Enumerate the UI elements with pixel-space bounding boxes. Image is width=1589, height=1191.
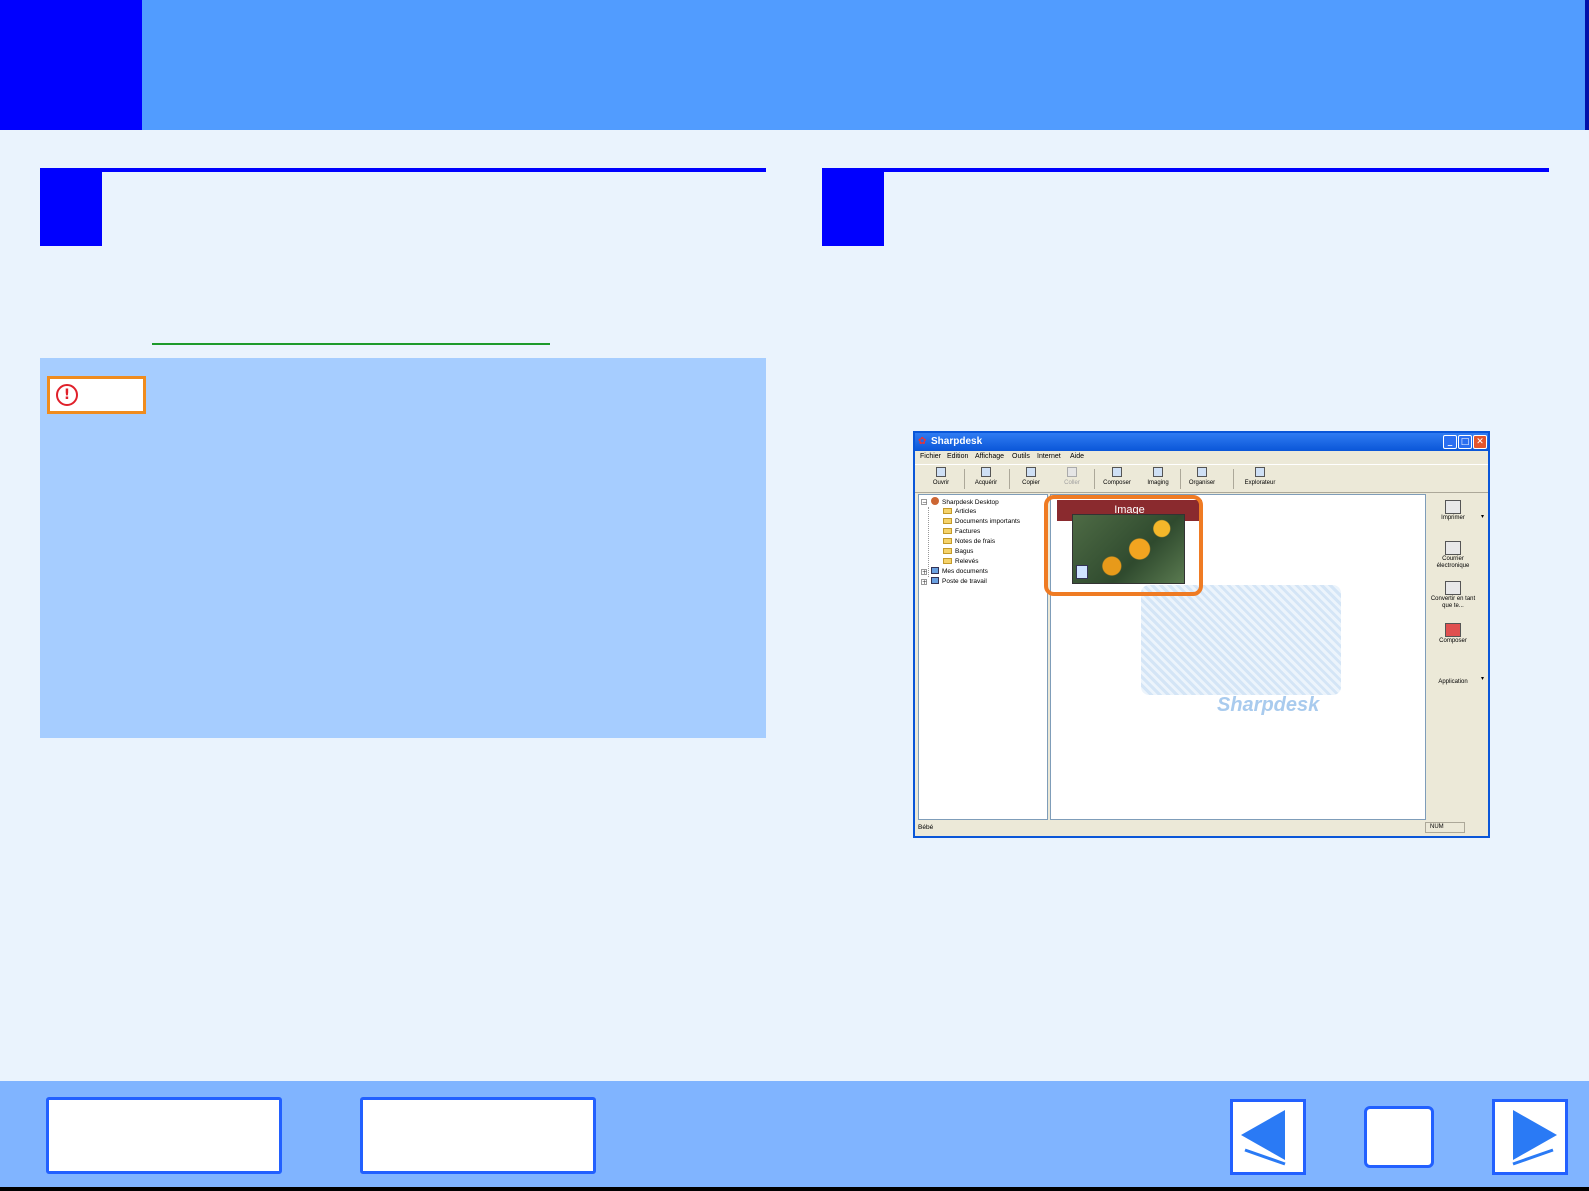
header-edge: [1585, 0, 1589, 130]
toolbar-paste-button[interactable]: Coller: [1051, 467, 1093, 491]
status-text: Bébé: [918, 824, 934, 831]
caution-icon: !: [56, 384, 78, 406]
caution-badge: !: [47, 376, 146, 414]
acquire-icon: [981, 467, 991, 477]
tree-item-bagus[interactable]: Bagus: [943, 547, 973, 557]
folder-icon: [943, 508, 952, 514]
tree-expand-icon[interactable]: +: [921, 569, 927, 576]
num-lock-indicator: NUM: [1425, 822, 1465, 833]
explorer-icon: [1255, 467, 1265, 477]
menu-internet[interactable]: Internet: [1037, 452, 1061, 462]
dropdown-arrow-icon[interactable]: ▾: [1481, 676, 1484, 682]
tree-item-articles[interactable]: Articles: [943, 507, 976, 517]
tree-collapse-icon[interactable]: −: [921, 499, 927, 506]
menu-aide[interactable]: Aide: [1070, 452, 1084, 462]
tree-item-releves[interactable]: Relevés: [943, 557, 978, 567]
chapter-marker: [0, 0, 142, 130]
folder-icon: [943, 538, 952, 544]
sharpdesk-window: ✿ Sharpdesk _ □ ✕ Fichier Edition Affich…: [913, 431, 1490, 838]
window-title: Sharpdesk: [931, 436, 983, 447]
menu-edition[interactable]: Edition: [947, 452, 968, 462]
arrow-left-icon: [1241, 1110, 1286, 1166]
open-icon: [936, 467, 946, 477]
application-action[interactable]: Application ▾: [1430, 676, 1484, 686]
tree-item-poste[interactable]: Poste de travail: [931, 577, 987, 587]
back-button[interactable]: [1364, 1106, 1434, 1168]
folder-icon: [943, 558, 952, 564]
toolbar-compose-button[interactable]: Composer: [1096, 467, 1138, 491]
step-1-link-underline[interactable]: [152, 343, 550, 345]
tree-item-documents[interactable]: Documents importants: [943, 517, 1020, 527]
toolbar-separator: [1094, 469, 1095, 489]
caution-box: [40, 358, 766, 738]
menu-fichier[interactable]: Fichier: [920, 452, 941, 462]
step-1-rule: [40, 168, 766, 172]
previous-page-button[interactable]: [1230, 1099, 1306, 1175]
tree-item-desktop[interactable]: Sharpdesk Desktop: [931, 497, 999, 507]
tree-item-mes-documents[interactable]: Mes documents: [931, 567, 988, 577]
copy-icon: [1026, 467, 1036, 477]
imaging-icon: [1153, 467, 1163, 477]
mail-icon: [1445, 541, 1461, 555]
sharpdesk-watermark-art: [1141, 585, 1341, 695]
index-button[interactable]: [360, 1097, 596, 1174]
desktop-icon: [931, 497, 939, 505]
menu-outils[interactable]: Outils: [1012, 452, 1030, 462]
menu-affichage[interactable]: Affichage: [975, 452, 1004, 462]
page-header: [0, 0, 1589, 130]
dropdown-arrow-icon[interactable]: ▾: [1481, 514, 1484, 520]
window-titlebar: ✿ Sharpdesk _ □ ✕: [915, 433, 1488, 451]
maximize-icon[interactable]: □: [1458, 435, 1472, 449]
compose-action[interactable]: Composer: [1430, 623, 1476, 645]
email-action[interactable]: Courrier électronique: [1430, 541, 1476, 570]
folder-icon: [943, 528, 952, 534]
next-page-button[interactable]: [1492, 1099, 1568, 1175]
minimize-icon[interactable]: _: [1443, 435, 1457, 449]
organize-icon: [1197, 467, 1207, 477]
image-highlight-frame: [1044, 495, 1203, 596]
toolbar-open-button[interactable]: Ouvrir: [920, 467, 962, 491]
printer-icon: [1445, 500, 1461, 514]
toolbar-acquire-button[interactable]: Acquérir: [965, 467, 1007, 491]
status-bar: Bébé NUM: [915, 821, 1488, 834]
compose-icon: [1445, 623, 1461, 637]
toolbar-imaging-button[interactable]: Imaging: [1137, 467, 1179, 491]
computer-icon: [931, 577, 939, 584]
step-1-marker: [40, 170, 102, 246]
arrow-right-icon: [1512, 1110, 1557, 1166]
folder-tree: − Sharpdesk Desktop Articles Documents i…: [918, 494, 1048, 820]
toolbar-organize-button[interactable]: Organiser: [1181, 467, 1223, 491]
paste-icon: [1067, 467, 1077, 477]
print-action[interactable]: Imprimer ▾: [1430, 500, 1484, 522]
sharpdesk-watermark: Sharpdesk: [1217, 694, 1320, 716]
folder-icon: [943, 518, 952, 524]
documents-icon: [931, 567, 939, 574]
convert-text-icon: [1445, 581, 1461, 595]
convert-text-action[interactable]: Convertir en tant que te...: [1430, 581, 1476, 610]
contents-button[interactable]: [46, 1097, 282, 1174]
toolbar-explorer-button[interactable]: Explorateur: [1234, 467, 1286, 491]
bottom-border: [0, 1187, 1589, 1191]
menu-bar: Fichier Edition Affichage Outils Interne…: [915, 451, 1488, 463]
tree-item-notes[interactable]: Notes de frais: [943, 537, 995, 547]
tree-item-factures[interactable]: Factures: [943, 527, 980, 537]
right-action-pane: Imprimer ▾ Courrier électronique Converti…: [1428, 494, 1488, 820]
folder-icon: [943, 548, 952, 554]
tree-guide: [928, 507, 929, 577]
toolbar: Ouvrir Acquérir Copier Coller Composer I…: [915, 464, 1488, 493]
app-icon: ✿: [918, 436, 927, 447]
tree-expand-icon[interactable]: +: [921, 579, 927, 586]
close-icon[interactable]: ✕: [1473, 435, 1487, 449]
toolbar-copy-button[interactable]: Copier: [1010, 467, 1052, 491]
step-2-rule: [822, 168, 1549, 172]
compose-icon: [1112, 467, 1122, 477]
step-2-marker: [822, 170, 884, 246]
